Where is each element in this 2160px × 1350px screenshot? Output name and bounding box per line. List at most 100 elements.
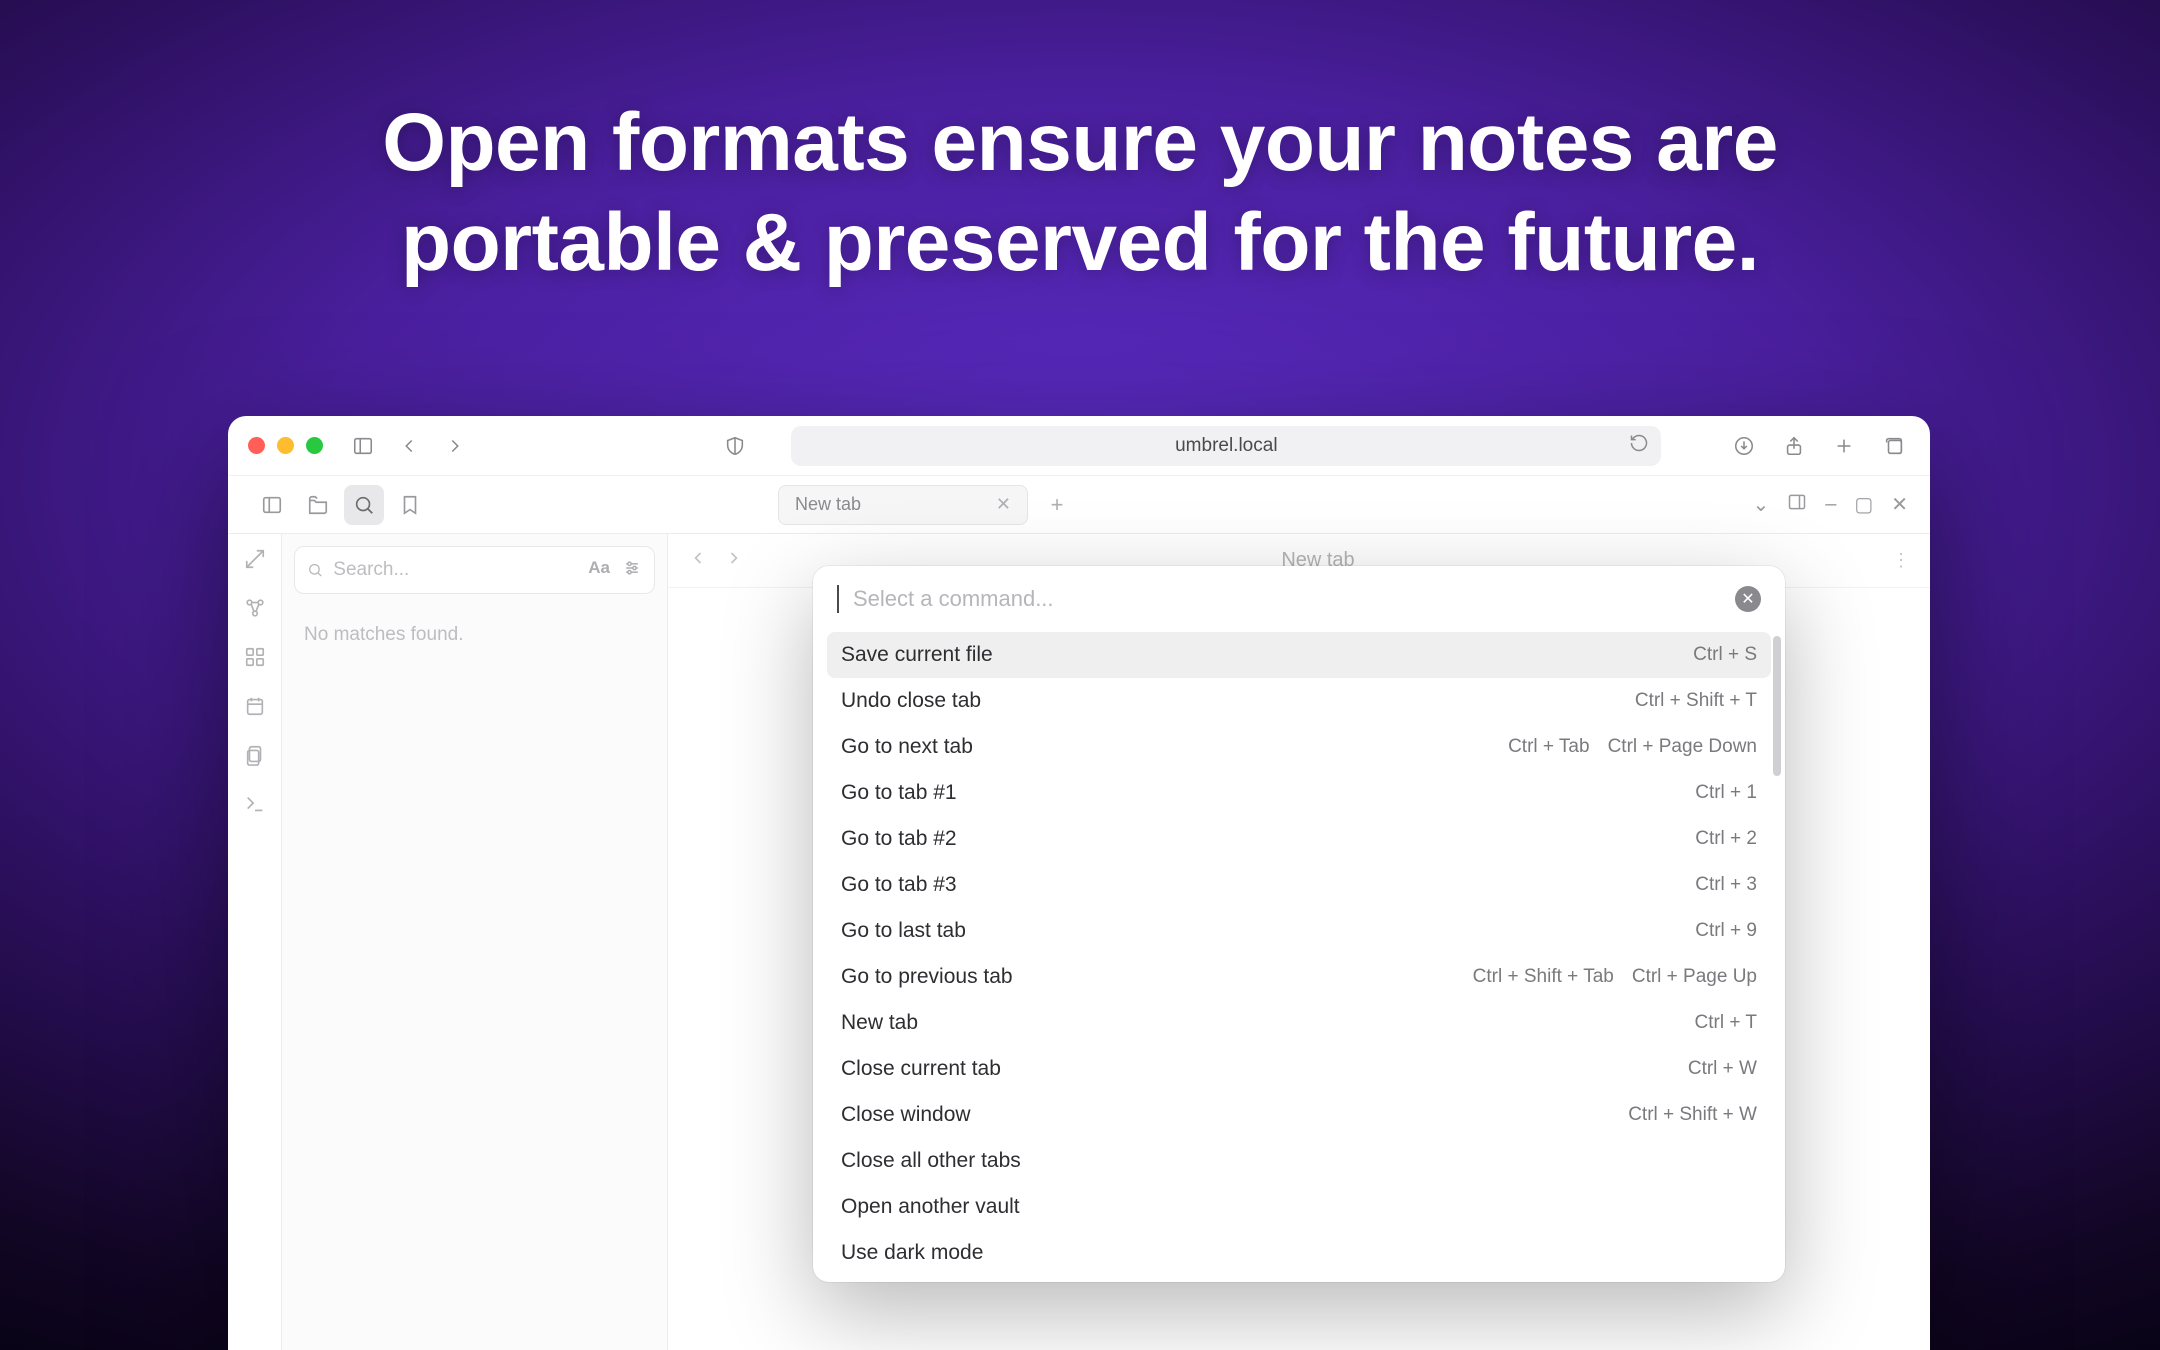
command-shortcuts: Ctrl + Shift + W xyxy=(1628,1104,1757,1126)
match-case-icon[interactable]: Aa xyxy=(588,558,610,583)
command-item[interactable]: Close all other tabs xyxy=(827,1138,1771,1184)
headline-line1: Open formats ensure your notes are xyxy=(0,93,2160,193)
command-label: Go to next tab xyxy=(841,735,973,759)
command-item[interactable]: Close current tab Ctrl + W xyxy=(827,1046,1771,1092)
shortcut-key: Ctrl + Page Up xyxy=(1632,966,1757,988)
app-body: Aa No matches found. New tab ⋮ xyxy=(228,534,1930,1350)
reload-icon[interactable] xyxy=(1629,433,1649,458)
search-settings-icon[interactable] xyxy=(622,558,642,583)
shield-icon[interactable] xyxy=(719,430,751,462)
command-item[interactable]: Go to tab #1 Ctrl + 1 xyxy=(827,770,1771,816)
sidebar-toggle-button[interactable] xyxy=(347,430,379,462)
window-zoom-dot[interactable] xyxy=(306,437,323,454)
shortcut-key: Ctrl + 3 xyxy=(1695,874,1757,896)
command-item[interactable]: Go to tab #3 Ctrl + 3 xyxy=(827,862,1771,908)
sidebar-search-input[interactable] xyxy=(333,559,578,581)
traffic-lights xyxy=(248,437,323,454)
command-shortcuts: Ctrl + S xyxy=(1693,644,1757,666)
shortcut-key: Ctrl + 9 xyxy=(1695,920,1757,942)
new-tab-plus-icon[interactable] xyxy=(1828,430,1860,462)
tab-close-icon[interactable]: ✕ xyxy=(996,494,1011,515)
command-item[interactable]: Go to previous tabCtrl + Shift + TabCtrl… xyxy=(827,954,1771,1000)
share-icon[interactable] xyxy=(1778,430,1810,462)
command-label: Go to previous tab xyxy=(841,965,1013,989)
graph-icon[interactable] xyxy=(244,597,266,624)
command-item[interactable]: Go to tab #2 Ctrl + 2 xyxy=(827,816,1771,862)
command-label: Use dark mode xyxy=(841,1241,983,1265)
shortcut-key: Ctrl + T xyxy=(1695,1012,1757,1034)
command-shortcuts: Ctrl + TabCtrl + Page Down xyxy=(1508,736,1757,758)
canvas-icon[interactable] xyxy=(244,646,266,673)
url-bar[interactable]: umbrel.local xyxy=(791,426,1661,466)
text-caret xyxy=(837,585,839,613)
bookmark-icon[interactable] xyxy=(390,485,430,525)
url-text: umbrel.local xyxy=(1175,435,1277,457)
command-shortcuts: Ctrl + 9 xyxy=(1695,920,1757,942)
app-toolbar-right: ⌄ – ▢ ✕ xyxy=(1752,492,1930,518)
app-toolbar-left xyxy=(228,485,430,525)
templates-icon[interactable] xyxy=(244,744,266,771)
left-rail xyxy=(228,534,282,1350)
palette-list[interactable]: Save current fileCtrl + SUndo close tabC… xyxy=(813,632,1785,1282)
chrome-right-buttons xyxy=(1728,430,1910,462)
command-label: Go to tab #1 xyxy=(841,781,957,805)
command-palette: ✕ Save current fileCtrl + SUndo close ta… xyxy=(813,566,1785,1282)
nav-back-icon[interactable] xyxy=(688,548,708,573)
shortcut-key: Ctrl + 1 xyxy=(1695,782,1757,804)
nav-forward-icon[interactable] xyxy=(724,548,744,573)
command-shortcuts: Ctrl + T xyxy=(1695,1012,1757,1034)
window-maximize-button[interactable]: ▢ xyxy=(1854,492,1873,517)
shortcut-key: Ctrl + W xyxy=(1688,1058,1757,1080)
right-panel-toggle-icon[interactable] xyxy=(1787,492,1807,518)
app-toolbar: New tab ✕ + ⌄ – ▢ ✕ xyxy=(228,476,1930,534)
window-close-dot[interactable] xyxy=(248,437,265,454)
command-label: Open another vault xyxy=(841,1195,1020,1219)
daily-note-icon[interactable] xyxy=(244,695,266,722)
command-label: New tab xyxy=(841,1011,918,1035)
new-tab-button[interactable]: + xyxy=(1040,492,1074,518)
command-item[interactable]: Close windowCtrl + Shift + W xyxy=(827,1092,1771,1138)
marketing-headline: Open formats ensure your notes are porta… xyxy=(0,93,2160,293)
command-label: Go to tab #2 xyxy=(841,827,957,851)
command-item[interactable]: Save current fileCtrl + S xyxy=(827,632,1771,678)
tab[interactable]: New tab ✕ xyxy=(778,485,1028,525)
shortcut-key: Ctrl + Page Down xyxy=(1608,736,1757,758)
no-matches-text: No matches found. xyxy=(282,594,667,676)
command-shortcuts: Ctrl + Shift + T xyxy=(1635,690,1757,712)
tabs-overview-icon[interactable] xyxy=(1878,430,1910,462)
tab-strip: New tab ✕ + xyxy=(778,485,1752,525)
command-item[interactable]: Use dark mode xyxy=(827,1230,1771,1276)
chevron-down-icon[interactable]: ⌄ xyxy=(1752,492,1769,517)
window-minimize-dot[interactable] xyxy=(277,437,294,454)
forward-button[interactable] xyxy=(439,430,471,462)
quick-switcher-icon[interactable] xyxy=(244,548,266,575)
left-panel-toggle-icon[interactable] xyxy=(252,485,292,525)
more-actions-icon[interactable]: ⋮ xyxy=(1892,550,1910,571)
command-label: Close current tab xyxy=(841,1057,1001,1081)
command-item[interactable]: New tab Ctrl + T xyxy=(827,1000,1771,1046)
tab-label: New tab xyxy=(795,494,861,515)
command-prompt-icon[interactable] xyxy=(244,793,266,820)
shortcut-key: Ctrl + Shift + T xyxy=(1635,690,1757,712)
palette-search-row[interactable]: ✕ xyxy=(813,566,1785,632)
command-label: Go to tab #3 xyxy=(841,873,957,897)
command-shortcuts: Ctrl + W xyxy=(1688,1058,1757,1080)
palette-close-icon[interactable]: ✕ xyxy=(1735,586,1761,612)
window-close-button[interactable]: ✕ xyxy=(1891,492,1908,517)
command-item[interactable]: Go to next tab Ctrl + TabCtrl + Page Down xyxy=(827,724,1771,770)
shortcut-key: Ctrl + 2 xyxy=(1695,828,1757,850)
sidebar-search[interactable]: Aa xyxy=(294,546,655,594)
command-label: Close all other tabs xyxy=(841,1149,1021,1173)
command-shortcuts: Ctrl + 3 xyxy=(1695,874,1757,896)
command-item[interactable]: Go to last tabCtrl + 9 xyxy=(827,908,1771,954)
command-item[interactable]: Open another vault xyxy=(827,1184,1771,1230)
content-pane: New tab ⋮ ✕ Save current fileCtrl + SUnd… xyxy=(668,534,1930,1350)
search-tab-icon[interactable] xyxy=(344,485,384,525)
command-item[interactable]: Undo close tabCtrl + Shift + T xyxy=(827,678,1771,724)
back-button[interactable] xyxy=(393,430,425,462)
window-minimize-button[interactable]: – xyxy=(1825,493,1836,516)
files-icon[interactable] xyxy=(298,485,338,525)
downloads-icon[interactable] xyxy=(1728,430,1760,462)
palette-input[interactable] xyxy=(853,586,1721,612)
scrollbar-thumb[interactable] xyxy=(1773,636,1781,776)
